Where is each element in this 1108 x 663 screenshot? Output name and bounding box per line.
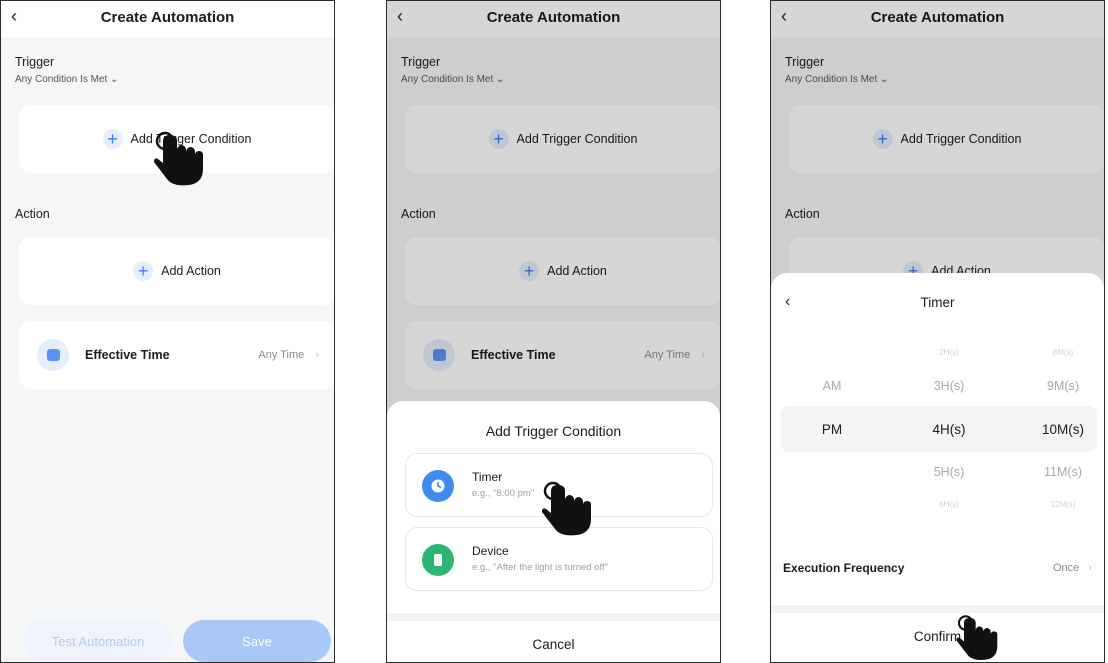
execution-frequency-label: Execution Frequency (783, 561, 905, 575)
picker-minute-item[interactable]: 12M(s) (1033, 500, 1093, 509)
plus-icon: + (133, 261, 154, 281)
picker-minute-item[interactable]: 11M(s) (1033, 465, 1093, 479)
trigger-mode-dropdown[interactable]: Any Condition Is Met ⌄ (15, 74, 118, 85)
page-title: Create Automation (100, 9, 235, 26)
action-label: Action (15, 207, 50, 221)
add-action-card[interactable]: + Add Action (19, 237, 334, 305)
option-timer-desc: e.g., "8:00 pm" (472, 488, 535, 499)
picker-hour-item[interactable]: 2H(s) (919, 348, 979, 357)
calendar-icon (37, 339, 69, 371)
picker-minute-selected[interactable]: 10M(s) (1033, 422, 1093, 437)
test-automation-button[interactable]: Test Automation (23, 620, 173, 662)
tap-hand-icon (542, 481, 591, 536)
effective-time-label: Effective Time (85, 348, 170, 362)
device-icon (422, 544, 454, 576)
confirm-bar: Confirm (771, 605, 1104, 662)
timer-sheet: ‹ Timer AM PM 2H(s) 3H(s) 4H(s) 5H(s) 6H… (771, 273, 1104, 662)
tap-hand-icon (154, 131, 203, 186)
option-device-desc: e.g., "After the light is turned off" (472, 562, 608, 573)
screen-create-automation: ‹ Create Automation Trigger Any Conditio… (0, 0, 335, 663)
picker-minute-item[interactable]: 9M(s) (1033, 379, 1093, 393)
picker-hour-item[interactable]: 6H(s) (919, 500, 979, 509)
cancel-button[interactable]: Cancel (387, 637, 720, 652)
cancel-bar: Cancel (387, 613, 720, 662)
chevron-right-icon: › (315, 349, 319, 361)
clock-icon (422, 470, 454, 502)
chevron-down-icon: ⌄ (110, 74, 119, 85)
picker-hour-item[interactable]: 3H(s) (919, 379, 979, 393)
picker-minute-item[interactable]: 8M(s) (1033, 348, 1093, 357)
picker-hour-selected[interactable]: 4H(s) (919, 422, 979, 437)
save-button[interactable]: Save (183, 620, 331, 662)
option-timer-name: Timer (472, 470, 503, 484)
trigger-label: Trigger (15, 55, 55, 69)
effective-time-row[interactable]: Effective Time Any Time › (19, 321, 334, 389)
confirm-button[interactable]: Confirm (771, 629, 1104, 644)
chevron-right-icon: › (1088, 562, 1092, 574)
effective-time-value: Any Time › (258, 349, 319, 361)
picker-ampm-item[interactable]: AM (807, 379, 857, 393)
tap-hand-icon (956, 615, 998, 660)
picker-hour-item[interactable]: 5H(s) (919, 465, 979, 479)
plus-icon: + (102, 129, 123, 149)
screen-add-trigger-sheet: ‹ Create Automation Trigger Any Conditio… (386, 0, 721, 663)
sheet-title: Add Trigger Condition (485, 423, 622, 439)
add-action-button[interactable]: + Add Action (19, 261, 334, 281)
top-bar: ‹ Create Automation (1, 1, 334, 37)
screen-timer-picker: ‹ Create Automation Trigger Any Conditio… (770, 0, 1105, 663)
execution-frequency-value[interactable]: Once › (1053, 562, 1092, 574)
option-device-name: Device (472, 544, 509, 558)
timer-title: Timer (920, 295, 955, 310)
picker-ampm-selected[interactable]: PM (807, 422, 857, 437)
